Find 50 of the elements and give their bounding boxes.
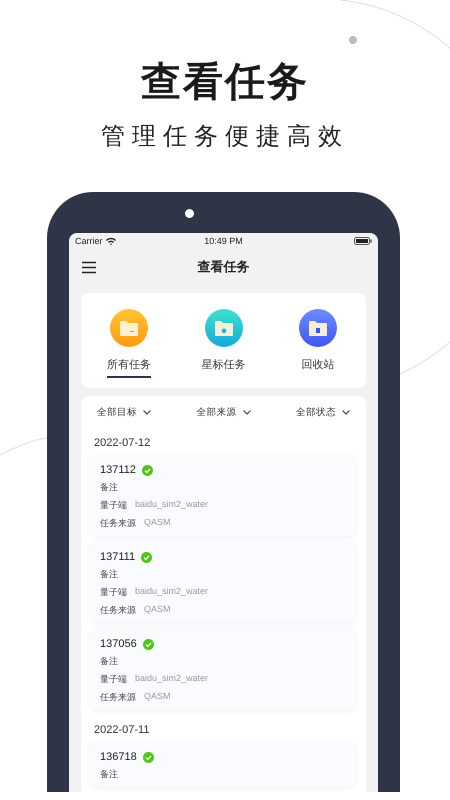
field-label: 量子端 [100, 499, 127, 512]
category-label: 所有任务 [107, 357, 151, 378]
field-label: 量子端 [100, 673, 127, 686]
camera-icon [185, 209, 194, 218]
field-value: QASM [144, 604, 171, 616]
task-card[interactable]: 136718 备注 [91, 742, 356, 787]
category-label: 回收站 [302, 358, 334, 373]
category-tab[interactable]: 回收站 [278, 309, 358, 378]
field-value: baidu_sim2_water [135, 586, 208, 598]
field-value: baidu_sim2_water [135, 499, 208, 511]
task-id: 136718 [100, 751, 137, 763]
task-id: 137112 [100, 464, 136, 476]
field-label: 任务来源 [100, 517, 136, 530]
chevron-down-icon [242, 410, 250, 415]
category-tab[interactable]: 星标任务 [184, 309, 264, 378]
task-card[interactable]: 137112 备注 量子端 baidu_sim2_water 任务来源 QASM [91, 455, 356, 536]
filter-dropdown[interactable]: 全部状态 [296, 406, 350, 419]
field-label: 任务来源 [100, 691, 136, 704]
wifi-icon [106, 237, 116, 245]
headline: 查看任务 [141, 59, 309, 106]
filter-dropdown[interactable]: 全部目标 [97, 406, 151, 419]
field-label: 任务来源 [100, 604, 136, 617]
folder-icon [119, 320, 139, 336]
field-value: QASM [144, 517, 171, 529]
menu-icon[interactable] [81, 260, 97, 274]
note-label: 备注 [100, 568, 118, 581]
clock: 10:49 PM [204, 236, 243, 246]
task-id: 137111 [100, 551, 136, 563]
task-id: 137056 [100, 638, 137, 650]
subtitle: 管理任务便捷高效 [101, 122, 349, 152]
chevron-down-icon [143, 410, 151, 415]
field-label: 量子端 [100, 586, 127, 599]
star-folder-icon [214, 320, 234, 336]
screen-title: 查看任务 [196, 258, 250, 276]
category-tab[interactable]: 所有任务 [89, 309, 169, 378]
category-label: 星标任务 [202, 358, 246, 373]
date-heading: 2022-07-12 [94, 437, 152, 449]
filter-dropdown[interactable]: 全部来源 [196, 406, 250, 419]
note-label: 备注 [100, 481, 118, 494]
field-value: baidu_sim2_water [135, 673, 208, 685]
note-label: 备注 [100, 655, 118, 668]
date-heading: 2022-07-11 [94, 724, 150, 736]
carrier-label: Carrier [75, 236, 103, 246]
field-value: QASM [144, 691, 171, 703]
note-label: 备注 [100, 768, 118, 781]
battery-icon [354, 237, 372, 245]
recycle-folder-icon [308, 320, 328, 336]
chevron-down-icon [342, 410, 350, 415]
task-card[interactable]: 137056 备注 量子端 baidu_sim2_water 任务来源 QASM [91, 629, 356, 710]
task-card[interactable]: 137111 备注 量子端 baidu_sim2_water 任务来源 QASM [91, 542, 356, 623]
